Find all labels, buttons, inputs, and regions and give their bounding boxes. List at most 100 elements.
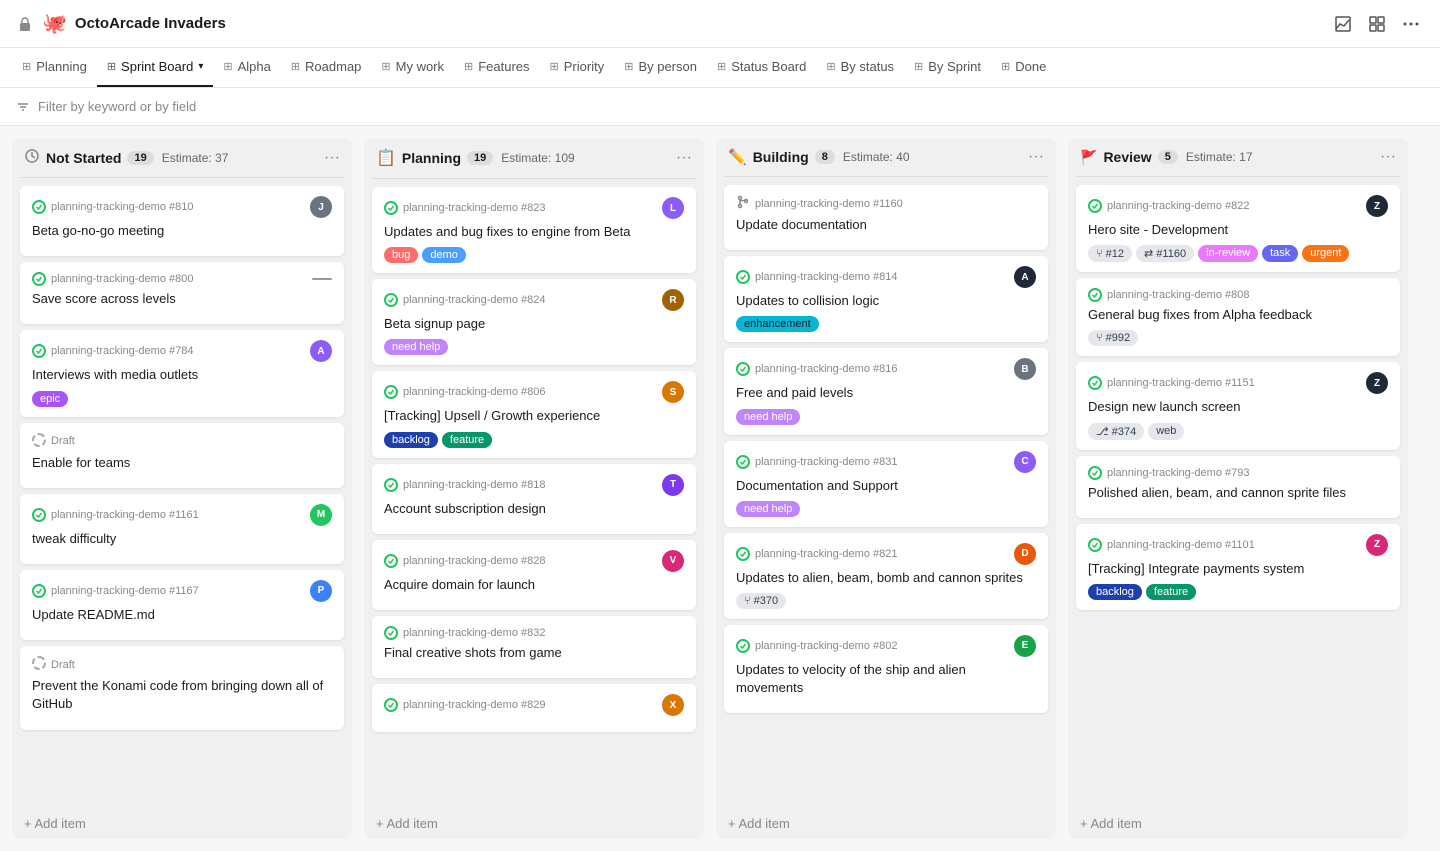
tab-by-person-label: By person [638, 59, 697, 74]
card-status-icon-card-806 [384, 385, 398, 399]
card-card-802[interactable]: planning-tracking-demo #802 E Updates to… [724, 625, 1048, 713]
card-id-card-1151: planning-tracking-demo #1151 [1088, 376, 1255, 390]
tab-by-status-label: By status [841, 59, 894, 74]
card-tags-card-814: enhancement [736, 316, 1036, 332]
filter-bar: Filter by keyword or by field [0, 88, 1440, 126]
card-card-832[interactable]: planning-tracking-demo #832 Final creati… [372, 616, 696, 678]
card-card-824[interactable]: planning-tracking-demo #824 R Beta signu… [372, 279, 696, 365]
card-card-816[interactable]: planning-tracking-demo #816 B Free and p… [724, 348, 1048, 434]
tag-feature: feature [442, 432, 492, 448]
card-title-card-831: Documentation and Support [736, 477, 1036, 495]
tab-status-board[interactable]: ⊞ Status Board [707, 48, 816, 87]
more-icon-button[interactable] [1398, 11, 1424, 37]
column-footer-planning[interactable]: + Add item [364, 808, 704, 839]
card-avatar-card-802: E [1014, 635, 1036, 657]
filter-placeholder[interactable]: Filter by keyword or by field [38, 99, 196, 114]
column-review: 🚩 Review 5 Estimate: 17 ··· planning-tra… [1068, 138, 1408, 839]
app-logo: 🐙 OctoArcade Invaders [16, 11, 226, 36]
column-header-planning: 📋 Planning 19 Estimate: 109 ··· [364, 138, 704, 178]
card-card-800[interactable]: planning-tracking-demo #800 Save score a… [20, 262, 344, 324]
app-title: OctoArcade Invaders [75, 15, 226, 32]
tab-planning[interactable]: ⊞ Planning [12, 48, 97, 87]
card-card-draft-1[interactable]: Draft Enable for teams [20, 423, 344, 488]
card-title-card-814: Updates to collision logic [736, 292, 1036, 310]
features-tab-icon: ⊞ [464, 60, 473, 73]
tab-done[interactable]: ⊞ Done [991, 48, 1056, 87]
column-menu-not-started[interactable]: ··· [324, 149, 340, 167]
column-count-not-started: 19 [127, 151, 153, 165]
column-footer-review[interactable]: + Add item [1068, 808, 1408, 839]
card-avatar-card-814: A [1014, 266, 1036, 288]
tab-features[interactable]: ⊞ Features [454, 48, 540, 87]
tab-by-sprint[interactable]: ⊞ By Sprint [904, 48, 991, 87]
tab-alpha[interactable]: ⊞ Alpha [213, 48, 280, 87]
column-title-not-started: Not Started [46, 150, 121, 166]
tab-sprint-board[interactable]: ⊞ Sprint Board ▾ [97, 48, 214, 87]
card-card-793[interactable]: planning-tracking-demo #793 Polished ali… [1076, 456, 1400, 518]
tab-by-person[interactable]: ⊞ By person [614, 48, 707, 87]
card-title-card-816: Free and paid levels [736, 384, 1036, 402]
column-footer-building[interactable]: + Add item [716, 808, 1056, 839]
alpha-tab-icon: ⊞ [223, 60, 232, 73]
grid-icon-button[interactable] [1364, 11, 1390, 37]
tab-my-work-label: My work [396, 59, 444, 74]
card-status-icon-card-784 [32, 344, 46, 358]
card-card-829[interactable]: planning-tracking-demo #829 X [372, 684, 696, 732]
tag-need-help: need help [384, 339, 448, 355]
tab-my-work[interactable]: ⊞ My work [371, 48, 454, 87]
card-card-1167[interactable]: planning-tracking-demo #1167 P Update RE… [20, 570, 344, 640]
card-card-822[interactable]: planning-tracking-demo #822 Z Hero site … [1076, 185, 1400, 272]
tab-priority-label: Priority [564, 59, 604, 74]
header-actions [1330, 11, 1424, 37]
card-id-card-808: planning-tracking-demo #808 [1088, 288, 1249, 302]
column-icon-not-started [24, 148, 40, 167]
card-card-821[interactable]: planning-tracking-demo #821 D Updates to… [724, 533, 1048, 619]
tag-⑂-#992: ⑂ #992 [1088, 330, 1138, 346]
filter-icon [16, 100, 30, 114]
card-card-1161[interactable]: planning-tracking-demo #1161 M tweak dif… [20, 494, 344, 564]
column-menu-review[interactable]: ··· [1380, 148, 1396, 166]
card-id-card-1160: planning-tracking-demo #1160 [736, 195, 903, 212]
card-card-814[interactable]: planning-tracking-demo #814 A Updates to… [724, 256, 1048, 342]
card-card-806[interactable]: planning-tracking-demo #806 S [Tracking]… [372, 371, 696, 457]
column-not-started: Not Started 19 Estimate: 37 ··· planning… [12, 138, 352, 839]
tab-status-board-label: Status Board [731, 59, 806, 74]
card-tags-card-823: bugdemo [384, 247, 684, 263]
card-id-card-806: planning-tracking-demo #806 [384, 385, 545, 399]
card-card-784[interactable]: planning-tracking-demo #784 A Interviews… [20, 330, 344, 416]
card-avatar-card-784: A [310, 340, 332, 362]
card-meta-card-1167: planning-tracking-demo #1167 P [32, 580, 332, 602]
card-card-1160[interactable]: planning-tracking-demo #1160 Update docu… [724, 185, 1048, 250]
card-card-828[interactable]: planning-tracking-demo #828 V Acquire do… [372, 540, 696, 610]
card-card-808[interactable]: planning-tracking-demo #808 General bug … [1076, 278, 1400, 356]
card-id-card-831: planning-tracking-demo #831 [736, 455, 897, 469]
column-menu-planning[interactable]: ··· [676, 149, 692, 167]
tab-done-label: Done [1015, 59, 1046, 74]
card-meta-card-829: planning-tracking-demo #829 X [384, 694, 684, 716]
card-card-1101[interactable]: planning-tracking-demo #1101 Z [Tracking… [1076, 524, 1400, 610]
card-status-icon-card-816 [736, 362, 750, 376]
column-menu-building[interactable]: ··· [1028, 148, 1044, 166]
chart-icon-button[interactable] [1330, 11, 1356, 37]
card-card-draft-2[interactable]: Draft Prevent the Konami code from bring… [20, 646, 344, 729]
card-meta-card-draft-2: Draft [32, 656, 332, 673]
card-id-card-1101: planning-tracking-demo #1101 [1088, 538, 1255, 552]
card-meta-card-822: planning-tracking-demo #822 Z [1088, 195, 1388, 217]
card-card-1151[interactable]: planning-tracking-demo #1151 Z Design ne… [1076, 362, 1400, 449]
column-body-building: planning-tracking-demo #1160 Update docu… [716, 177, 1056, 808]
card-meta-card-808: planning-tracking-demo #808 [1088, 288, 1388, 302]
card-tags-card-1151: ⎇ #374web [1088, 423, 1388, 440]
roadmap-tab-icon: ⊞ [291, 60, 300, 73]
card-meta-card-832: planning-tracking-demo #832 [384, 626, 684, 640]
card-title-card-draft-1: Enable for teams [32, 454, 332, 472]
tab-roadmap[interactable]: ⊞ Roadmap [281, 48, 372, 87]
tab-priority[interactable]: ⊞ Priority [540, 48, 615, 87]
card-card-810[interactable]: planning-tracking-demo #810 J Beta go-no… [20, 186, 344, 256]
card-card-823[interactable]: planning-tracking-demo #823 L Updates an… [372, 187, 696, 273]
card-card-818[interactable]: planning-tracking-demo #818 T Account su… [372, 464, 696, 534]
card-card-831[interactable]: planning-tracking-demo #831 C Documentat… [724, 441, 1048, 527]
tab-features-label: Features [478, 59, 529, 74]
card-meta-card-810: planning-tracking-demo #810 J [32, 196, 332, 218]
tab-by-status[interactable]: ⊞ By status [816, 48, 904, 87]
column-footer-not-started[interactable]: + Add item [12, 808, 352, 839]
